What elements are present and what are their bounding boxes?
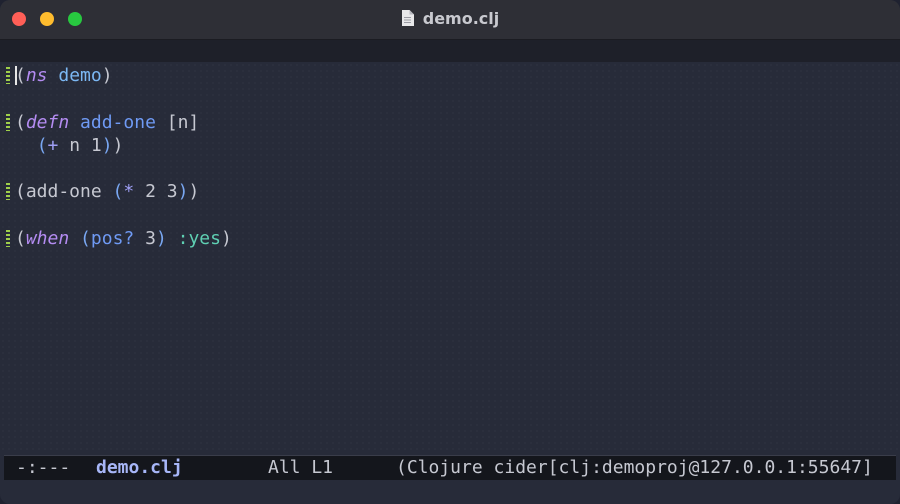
code-token: ) [112, 135, 124, 156]
title-bar: demo.clj [0, 0, 900, 40]
code-token: demo [58, 65, 102, 86]
code-token: ) [177, 181, 189, 202]
code-token: ( [15, 112, 26, 133]
code-token: ) [220, 228, 232, 249]
code-line-1[interactable]: (ns demo) [0, 64, 900, 87]
code-token: 3 [134, 228, 156, 249]
code-token: when [25, 228, 70, 249]
code-token: ( [80, 228, 91, 249]
code-token: + [47, 135, 59, 156]
modeline-status: -:--- [16, 457, 71, 478]
fringe-indicator [6, 67, 10, 84]
code-line-2[interactable]: (defn add-one [n] [0, 111, 900, 134]
code-token: ) [101, 135, 113, 156]
code-text: (add-one (* 2 3)) [15, 180, 199, 203]
code-text: (defn add-one [n] [15, 111, 199, 134]
code-line-3[interactable]: (+ n 1)) [0, 134, 900, 157]
code-token: ) [155, 228, 167, 249]
code-token: ( [112, 181, 124, 202]
code-token: ( [36, 135, 48, 156]
fringe-indicator [6, 114, 10, 131]
code-token: 2 3 [134, 181, 178, 202]
window-title-text: demo.clj [422, 9, 500, 28]
code-token: [n] [155, 112, 200, 133]
code-token: * [123, 181, 135, 202]
fringe-indicator [6, 183, 10, 200]
code-text: (when (pos? 3) :yes) [15, 227, 232, 250]
code-token: add-one [80, 112, 156, 133]
code-token: (add-one [15, 181, 113, 202]
document-icon [401, 10, 414, 26]
code-token: defn [25, 112, 70, 133]
header-line [0, 40, 900, 62]
code-token: ) [101, 65, 113, 86]
code-token: :yes [177, 228, 221, 249]
code-token: ( [15, 65, 26, 86]
code-text: (+ n 1)) [15, 134, 124, 157]
mode-line: -:--- demo.clj All L1 (Clojure cider[clj… [4, 455, 896, 480]
code-token: pos? [90, 228, 135, 249]
fringe-indicator [6, 230, 10, 247]
code-token: ) [188, 181, 200, 202]
echo-area[interactable] [0, 480, 900, 504]
modeline-modes[interactable]: (Clojure cider[clj:demoproj@127.0.0.1:55… [396, 456, 873, 480]
code-text: (ns demo) [15, 64, 113, 87]
code-token: n 1 [58, 135, 102, 156]
code-token: ns [25, 65, 48, 86]
code-editor[interactable]: (ns demo) (defn add-one [n] (+ n 1)) (ad… [0, 62, 900, 454]
code-line-4[interactable]: (add-one (* 2 3)) [0, 180, 900, 203]
modeline-position: All L1 [268, 457, 334, 478]
emacs-window: demo.clj (ns demo) (defn add-one [n] (+ … [0, 0, 900, 504]
window-title: demo.clj [0, 9, 900, 28]
code-line-5[interactable]: (when (pos? 3) :yes) [0, 227, 900, 250]
modeline-buffer-name[interactable]: demo.clj [96, 456, 183, 480]
code-token: ( [15, 228, 26, 249]
